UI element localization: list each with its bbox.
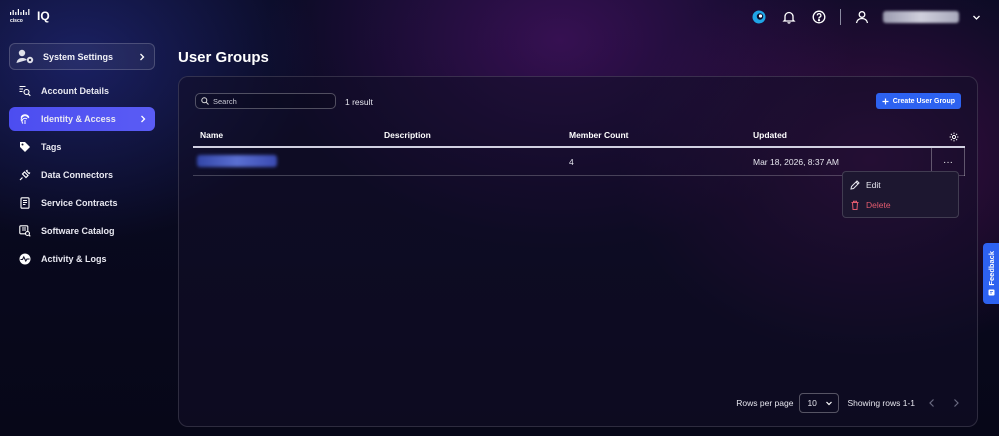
user-menu-chevron-down-icon[interactable] [971,8,981,26]
user-name[interactable] [883,11,959,23]
plus-icon [882,98,889,104]
group-name-link[interactable] [197,155,277,167]
sidebar-item-tags[interactable]: Tags [9,135,155,159]
showing-rows-text: Showing rows 1-1 [847,398,915,408]
row-actions-menu: Edit Delete [842,171,959,218]
chevron-right-icon [140,53,145,60]
brand-logo[interactable]: cisco IQ [9,9,50,23]
feedback-icon [988,289,994,296]
rows-per-page-label: Rows per page [736,398,794,408]
chevron-down-icon [826,401,833,406]
system-settings-button[interactable]: System Settings [9,43,155,70]
sidebar-item-account-details[interactable]: Account Details [9,79,155,103]
column-header-name[interactable]: Name [200,130,223,140]
sidebar-item-label: Service Contracts [41,198,118,208]
group-member-count: 4 [569,157,574,167]
rows-per-page-select[interactable]: 10 [799,393,840,413]
sidebar-item-service-contracts[interactable]: Service Contracts [9,191,155,215]
menu-item-delete-label: Delete [866,200,891,210]
trash-icon [851,200,859,210]
create-user-group-label: Create User Group [892,97,955,105]
feedback-tab[interactable]: Feedback [983,243,999,304]
account-details-icon [19,85,31,97]
user-settings-icon [16,49,34,64]
chevron-right-icon [141,115,146,123]
help-icon[interactable] [810,8,828,26]
notifications-bell-icon[interactable] [780,8,798,26]
sidebar-item-label: Activity & Logs [41,254,107,264]
sidebar-item-label: Data Connectors [41,170,114,180]
sidebar-item-activity-logs[interactable]: Activity & Logs [9,247,155,271]
header-divider [840,9,841,25]
menu-item-delete[interactable]: Delete [843,195,958,215]
product-name: IQ [37,9,50,23]
menu-item-edit-label: Edit [866,180,881,190]
table-header: Name Description Member Count Updated [193,123,965,148]
system-settings-label: System Settings [43,51,114,62]
sidebar-item-label: Account Details [41,86,110,96]
sidebar-item-label: Identity & Access [41,114,116,124]
user-avatar-icon[interactable] [853,8,871,26]
svg-text:cisco: cisco [10,18,23,23]
page-title: User Groups [178,49,269,66]
previous-page-chevron-left-icon[interactable] [925,396,939,410]
sidebar-item-label: Tags [41,142,62,152]
sidebar-item-software-catalog[interactable]: Software Catalog [9,219,155,243]
column-header-updated[interactable]: Updated [753,130,787,140]
sidebar-item-identity-access[interactable]: Identity & Access [9,107,155,131]
contract-document-icon [19,197,31,209]
search-icon [201,97,209,105]
sidebar: System Settings Account Details Identity… [9,43,155,275]
pagination: Rows per page 10 Showing rows 1-1 [736,393,963,413]
top-bar: cisco IQ [0,0,999,34]
app-root: cisco IQ System Settings Account Details… [0,0,999,436]
user-groups-panel: 1 result Create User Group Name Descript… [178,76,978,427]
tag-icon [19,141,31,153]
cisco-logo-icon: cisco [10,9,30,23]
sidebar-item-label: Software Catalog [41,226,115,236]
activity-icon [19,253,31,265]
rows-per-page-value: 10 [807,398,817,408]
fingerprint-icon [19,113,31,125]
next-page-chevron-right-icon[interactable] [949,396,963,410]
pencil-icon [850,180,860,190]
search-field[interactable] [195,93,336,109]
feedback-label: Feedback [986,251,996,286]
create-user-group-button[interactable]: Create User Group [875,93,961,109]
catalog-icon [19,225,31,237]
result-count: 1 result [345,97,373,107]
search-input[interactable] [213,96,333,106]
user-groups-table: Name Description Member Count Updated 4 … [193,123,965,176]
assistant-icon[interactable] [750,8,768,26]
column-header-member-count[interactable]: Member Count [569,130,629,140]
column-header-description[interactable]: Description [384,130,431,140]
menu-item-edit[interactable]: Edit [843,175,958,195]
group-updated: Mar 18, 2026, 8:37 AM [753,157,839,167]
column-settings-gear-icon[interactable] [949,129,959,147]
header-actions [750,7,981,27]
sidebar-item-data-connectors[interactable]: Data Connectors [9,163,155,187]
plug-icon [19,169,31,181]
